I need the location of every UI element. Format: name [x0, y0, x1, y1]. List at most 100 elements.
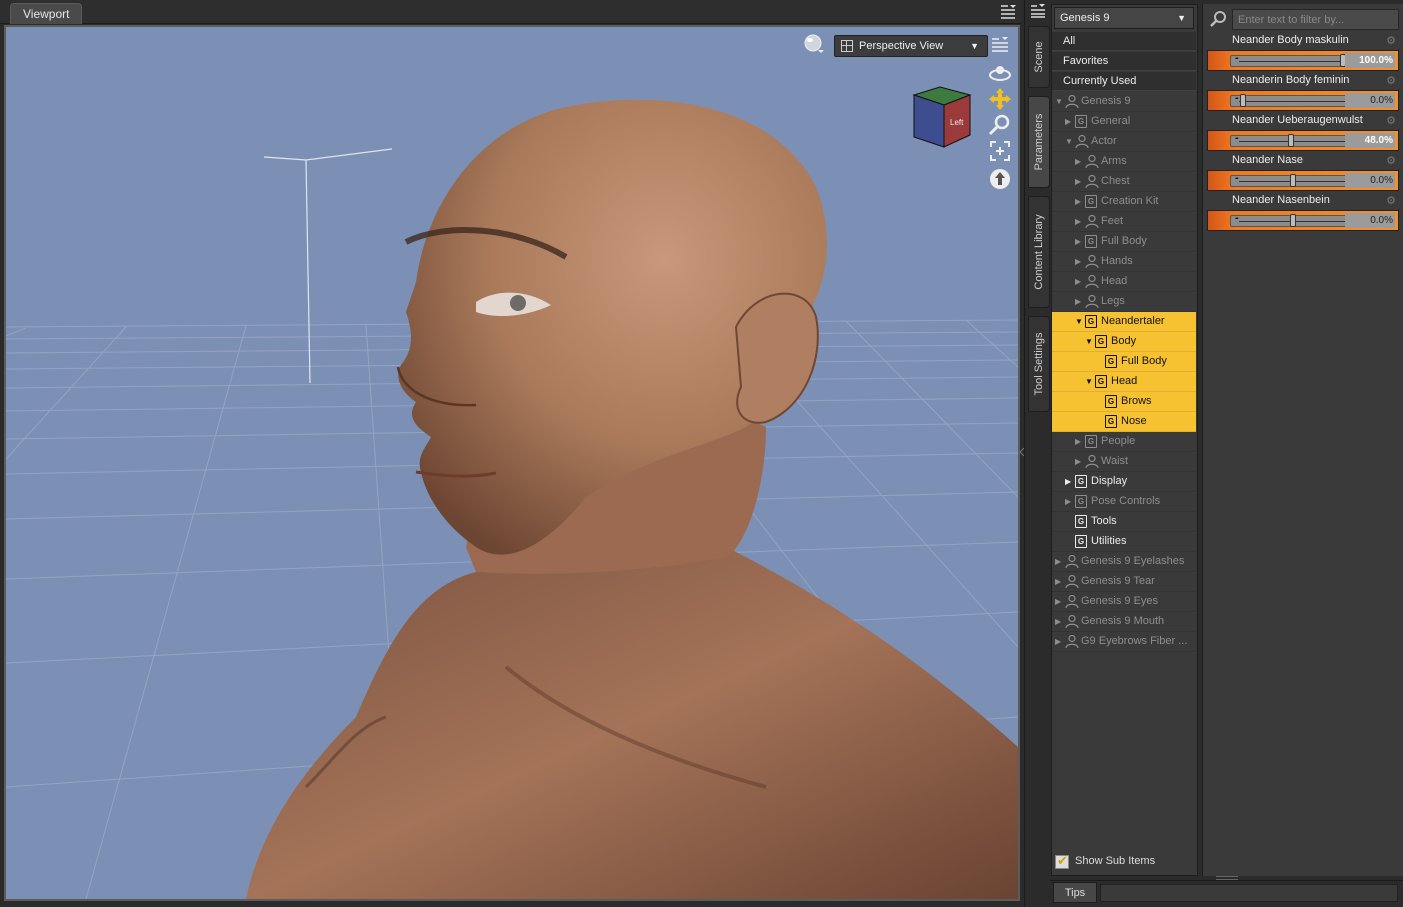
collapsed-arrow-icon[interactable]: ▶	[1075, 192, 1083, 211]
gear-icon[interactable]: ⚙	[1386, 154, 1396, 167]
tab-viewport[interactable]: Viewport	[10, 3, 83, 24]
tree-item[interactable]: ▶ Arms	[1052, 152, 1196, 172]
tree-item[interactable]: ▶ G Creation Kit	[1052, 192, 1196, 212]
collapsed-arrow-icon[interactable]: ▶	[1065, 492, 1073, 511]
preset-currently-used[interactable]: Currently Used	[1052, 72, 1196, 91]
slider-knob[interactable]	[1240, 94, 1246, 107]
tree-item[interactable]: ▼ G Neandertaler	[1052, 312, 1196, 332]
slider-bar[interactable]: -+0.0%	[1207, 170, 1399, 191]
expanded-arrow-icon[interactable]: ▼	[1055, 92, 1063, 111]
tab-tool-settings[interactable]: Tool Settings	[1028, 316, 1050, 412]
tree-item[interactable]: ▶ Genesis 9 Eyelashes	[1052, 552, 1196, 572]
collapsed-arrow-icon[interactable]: ▶	[1075, 152, 1083, 171]
slider-bar[interactable]: -+0.0%	[1207, 90, 1399, 111]
slider-bar[interactable]: -+48.0%	[1207, 130, 1399, 151]
value-field[interactable]: 48.0%	[1345, 133, 1395, 148]
search-icon[interactable]	[1209, 10, 1227, 28]
collapsed-arrow-icon[interactable]: ▶	[1075, 452, 1083, 471]
collapsed-arrow-icon[interactable]: ▶	[1075, 252, 1083, 271]
tree-item[interactable]: ▶ Genesis 9 Tear	[1052, 572, 1196, 592]
tree-item[interactable]: ▼ Genesis 9	[1052, 92, 1196, 112]
value-field[interactable]: 0.0%	[1345, 173, 1395, 188]
collapsed-arrow-icon[interactable]: ▶	[1075, 292, 1083, 311]
collapsed-arrow-icon[interactable]: ▶	[1055, 552, 1063, 571]
property-slider[interactable]: Neander Nasenbein ⚙ -+0.0%	[1207, 193, 1399, 232]
tree-item[interactable]: ▶ G9 Eyebrows Fiber ...	[1052, 632, 1196, 652]
tree-item[interactable]: ▶ Chest	[1052, 172, 1196, 192]
expanded-arrow-icon[interactable]: ▼	[1065, 132, 1073, 151]
preset-favorites[interactable]: Favorites	[1052, 52, 1196, 71]
tab-content-library[interactable]: Content Library	[1028, 196, 1050, 308]
collapsed-arrow-icon[interactable]: ▶	[1055, 612, 1063, 631]
expanded-arrow-icon[interactable]: ▼	[1085, 372, 1093, 391]
pane-menu-icon[interactable]	[1000, 4, 1016, 20]
tree-item[interactable]: ▶ G General	[1052, 112, 1196, 132]
tree-item[interactable]: G Full Body	[1052, 352, 1196, 372]
reset-view-icon[interactable]	[988, 167, 1012, 191]
collapsed-arrow-icon[interactable]: ▶	[1065, 112, 1073, 131]
decrement-button[interactable]: -	[1235, 52, 1239, 64]
figure-selector-dropdown[interactable]: Genesis 9 ▼	[1054, 7, 1194, 29]
gear-icon[interactable]: ⚙	[1386, 194, 1396, 207]
collapsed-arrow-icon[interactable]: ▶	[1055, 572, 1063, 591]
collapsed-arrow-icon[interactable]: ▶	[1075, 212, 1083, 231]
slider-knob[interactable]	[1288, 134, 1294, 147]
property-slider[interactable]: Neander Nase ⚙ -+0.0%	[1207, 153, 1399, 192]
gear-icon[interactable]: ⚙	[1386, 34, 1396, 47]
collapsed-arrow-icon[interactable]: ▶	[1055, 632, 1063, 651]
zoom-icon[interactable]	[988, 113, 1012, 137]
tree-item[interactable]: ▼ G Head	[1052, 372, 1196, 392]
tab-parameters[interactable]: Parameters	[1028, 96, 1050, 188]
checkbox-checked-icon[interactable]	[1055, 853, 1069, 869]
property-slider[interactable]: Neander Ueberaugenwulst ⚙ -+48.0%	[1207, 113, 1399, 152]
expanded-arrow-icon[interactable]: ▼	[1075, 312, 1083, 331]
slider-bar[interactable]: -+100.0%	[1207, 50, 1399, 71]
collapsed-arrow-icon[interactable]: ▶	[1075, 172, 1083, 191]
gear-icon[interactable]: ⚙	[1386, 74, 1396, 87]
slider-knob[interactable]	[1290, 214, 1296, 227]
property-slider[interactable]: Neander Body maskulin ⚙ -+100.0%	[1207, 33, 1399, 72]
decrement-button[interactable]: -	[1235, 172, 1239, 184]
tree-item[interactable]: ▶ Hands	[1052, 252, 1196, 272]
view-cube-icon[interactable]: Left	[904, 83, 976, 153]
slider-knob[interactable]	[1290, 174, 1296, 187]
tab-scene[interactable]: Scene	[1028, 26, 1050, 88]
show-sub-items-checkbox[interactable]: Show Sub Items	[1055, 853, 1195, 870]
tree-item[interactable]: ▶ Feet	[1052, 212, 1196, 232]
expanded-arrow-icon[interactable]: ▼	[1085, 332, 1093, 351]
value-field[interactable]: 0.0%	[1345, 93, 1395, 108]
frame-icon[interactable]	[988, 139, 1012, 163]
tree-item[interactable]: ▶ Genesis 9 Eyes	[1052, 592, 1196, 612]
decrement-button[interactable]: -	[1235, 92, 1239, 104]
tree-item[interactable]: G Tools	[1052, 512, 1196, 532]
tab-tips[interactable]: Tips	[1053, 882, 1097, 903]
tree-item[interactable]: ▶ Genesis 9 Mouth	[1052, 612, 1196, 632]
tree-item[interactable]: ▶ G Pose Controls	[1052, 492, 1196, 512]
tree-item[interactable]: G Nose	[1052, 412, 1196, 432]
tree-item[interactable]: ▶ G People	[1052, 432, 1196, 452]
decrement-button[interactable]: -	[1235, 132, 1239, 144]
options-menu-icon[interactable]	[991, 37, 1009, 53]
tree-item[interactable]: ▼ G Body	[1052, 332, 1196, 352]
collapsed-arrow-icon[interactable]: ▶	[1075, 232, 1083, 251]
value-field[interactable]: 100.0%	[1345, 53, 1395, 68]
collapsed-arrow-icon[interactable]: ▶	[1075, 432, 1083, 451]
collapsed-arrow-icon[interactable]: ▶	[1055, 592, 1063, 611]
tree-item[interactable]: ▼ Actor	[1052, 132, 1196, 152]
translate-icon[interactable]	[988, 87, 1012, 111]
tree-item[interactable]: ▶ Waist	[1052, 452, 1196, 472]
tree-item[interactable]: ▶ Legs	[1052, 292, 1196, 312]
collapsed-arrow-icon[interactable]: ▶	[1075, 272, 1083, 291]
tree-item[interactable]: G Utilities	[1052, 532, 1196, 552]
slider-bar[interactable]: -+0.0%	[1207, 210, 1399, 231]
pane-menu-icon[interactable]	[1030, 4, 1046, 18]
preset-all[interactable]: All	[1052, 32, 1196, 51]
view-mode-dropdown[interactable]: Perspective View ▼	[834, 35, 988, 57]
tree-item[interactable]: ▶ Head	[1052, 272, 1196, 292]
3d-viewport[interactable]: Perspective View ▼ Left	[4, 25, 1020, 901]
render-sphere-icon[interactable]	[803, 33, 825, 55]
tree-item[interactable]: ▶ G Full Body	[1052, 232, 1196, 252]
tree-item[interactable]: G Brows	[1052, 392, 1196, 412]
decrement-button[interactable]: -	[1235, 212, 1239, 224]
tree-item[interactable]: ▶ G Display	[1052, 472, 1196, 492]
